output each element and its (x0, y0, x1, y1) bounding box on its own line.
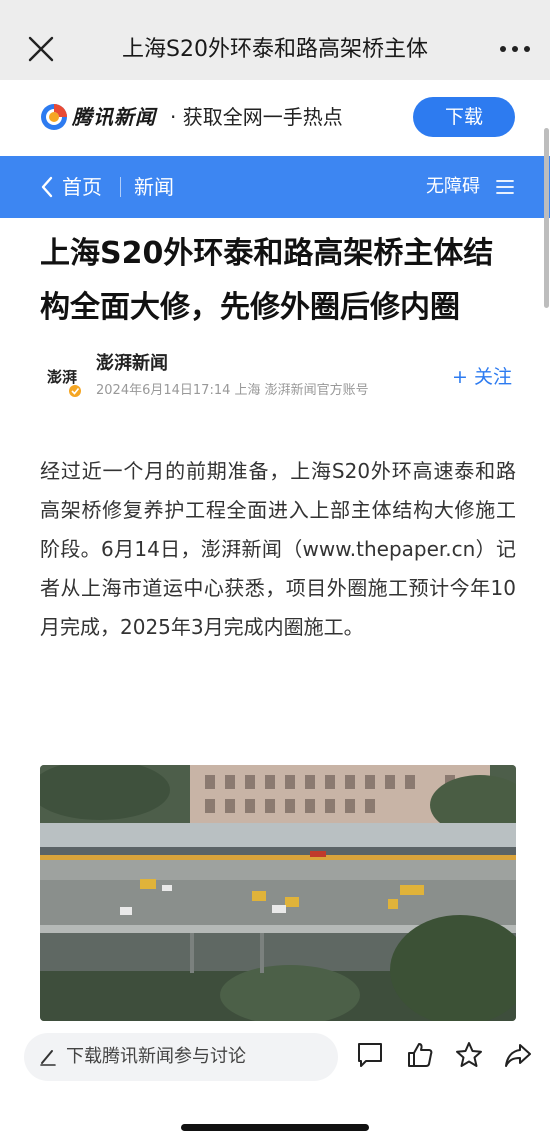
download-button[interactable]: 下载 (413, 97, 515, 137)
home-indicator (181, 1124, 369, 1131)
app-logo-text: 腾讯新闻 (72, 105, 156, 129)
article-body: 经过近一个月的前期准备，上海S20外环高速泰和路高架桥修复养护工程全面进入上部主… (40, 459, 516, 639)
nav-news-link[interactable]: 新闻 (134, 170, 174, 204)
top-bar: 上海S20外环泰和路高架桥主体 (0, 0, 550, 80)
author-avatar[interactable]: 澎湃 (40, 354, 84, 398)
close-icon[interactable] (26, 34, 56, 64)
nav-divider (120, 177, 121, 197)
like-icon[interactable] (405, 1040, 435, 1070)
comment-input[interactable]: 下载腾讯新闻参与讨论 (24, 1033, 338, 1081)
article-photo[interactable] (40, 765, 516, 1021)
channel-nav: 首页 新闻 无障碍 (0, 156, 550, 218)
back-chevron-icon[interactable] (40, 176, 54, 198)
tencent-news-logo-icon (41, 104, 67, 130)
menu-icon[interactable] (496, 178, 514, 196)
app-slogan: · 获取全网一手热点 (170, 105, 343, 129)
comment-icon[interactable] (355, 1040, 385, 1070)
accessibility-link[interactable]: 无障碍 (426, 172, 480, 202)
share-icon[interactable] (503, 1040, 533, 1070)
pen-icon (40, 1050, 56, 1066)
scrollbar[interactable] (544, 128, 549, 308)
page-title: 上海S20外环泰和路高架桥主体 (122, 37, 428, 62)
article-meta: 2024年6月14日17:14 上海 澎湃新闻官方账号 (96, 383, 369, 398)
star-icon[interactable] (454, 1040, 484, 1070)
nav-home-link[interactable]: 首页 (62, 170, 102, 204)
comment-placeholder: 下载腾讯新闻参与讨论 (66, 1046, 246, 1067)
avatar-label: 澎湃 (47, 368, 77, 386)
follow-button[interactable]: + 关注 (452, 362, 512, 392)
author-name[interactable]: 澎湃新闻 (96, 350, 168, 378)
article-title: 上海S20外环泰和路高架桥主体结构全面大修，先修外圈后修内圈 (40, 236, 494, 325)
more-icon[interactable] (497, 36, 533, 62)
